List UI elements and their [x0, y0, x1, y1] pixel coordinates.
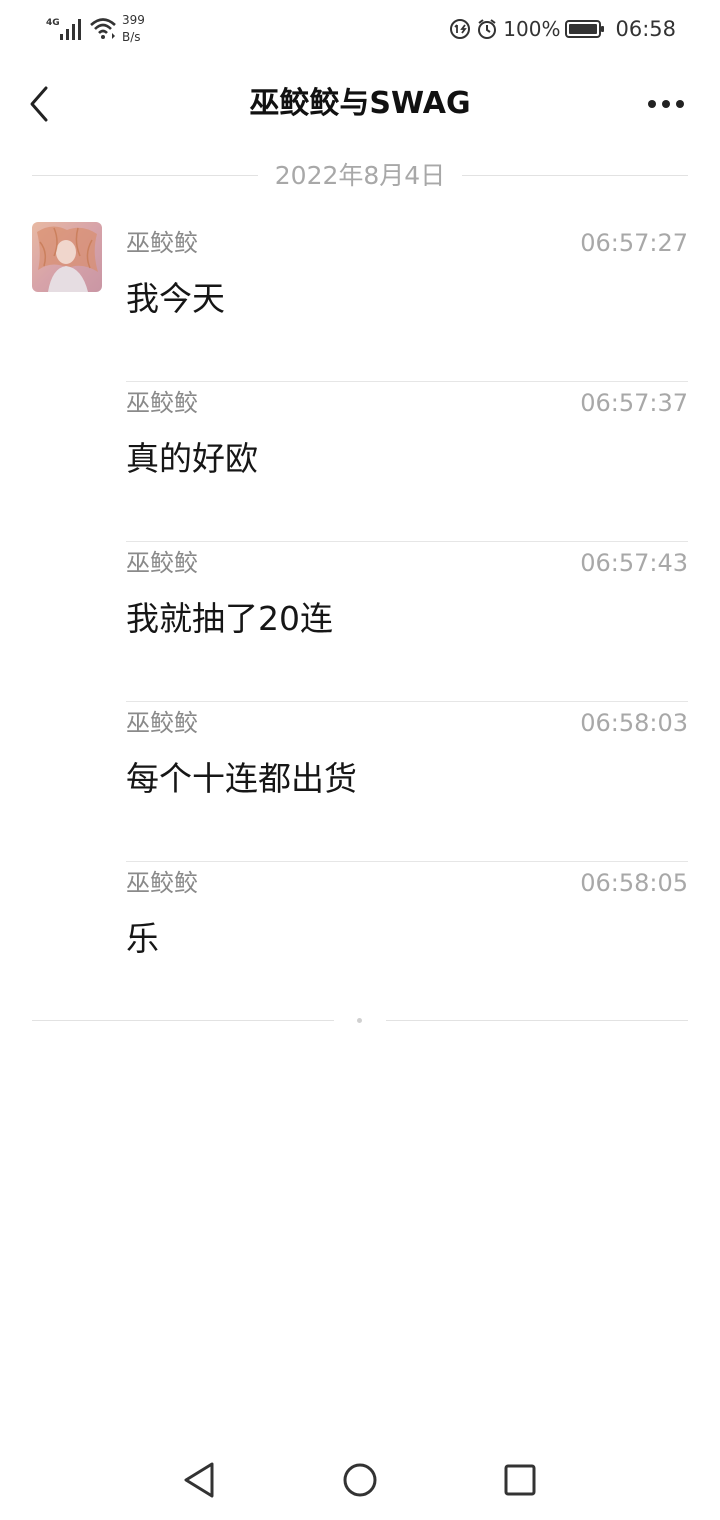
avatar-image [32, 222, 102, 292]
divider-line [386, 1020, 688, 1021]
avatar[interactable] [32, 222, 102, 292]
message-time: 06:58:03 [580, 709, 688, 737]
page-title: 巫鲛鲛与SWAG [249, 86, 471, 121]
battery-percent: 100% [503, 17, 561, 41]
message-text: 真的好欧 [126, 439, 258, 478]
date-label: 2022年8月4日 [274, 161, 446, 190]
message-item[interactable]: 巫鲛鲛 06:58:03 每个十连都出货 [126, 702, 688, 862]
message-text: 乐 [126, 919, 159, 958]
chat-history-screen: 4G 399 B/s 100% 06:58 巫鲛鲛与SWAG 2022年8月4日… [0, 0, 720, 1520]
status-right: 100% 06:58 [449, 15, 676, 43]
triangle-back-icon [184, 1462, 214, 1498]
battery-icon [565, 20, 605, 38]
system-nav-bar [0, 1440, 720, 1520]
message-text: 每个十连都出货 [126, 759, 357, 798]
nav-home-button[interactable] [338, 1458, 382, 1502]
status-time: 06:58 [615, 17, 676, 41]
message-time: 06:57:37 [580, 389, 688, 417]
message-time: 06:57:43 [580, 549, 688, 577]
sender-name: 巫鲛鲛 [126, 389, 198, 417]
date-divider: 2022年8月4日 [32, 158, 688, 194]
square-recents-icon [504, 1464, 536, 1496]
message-time: 06:58:05 [580, 869, 688, 897]
nav-back-button[interactable] [178, 1458, 222, 1502]
speed-unit: B/s [122, 30, 141, 44]
message-item[interactable]: 巫鲛鲛 06:57:37 真的好欧 [126, 382, 688, 542]
status-bar: 4G 399 B/s 100% 06:58 [0, 0, 720, 58]
sender-name: 巫鲛鲛 [126, 549, 198, 577]
sender-name: 巫鲛鲛 [126, 229, 198, 257]
divider-dot [357, 1018, 362, 1023]
signal-icon [60, 19, 81, 40]
speed-value: 399 [122, 13, 145, 27]
message-item[interactable]: 巫鲛鲛 06:58:05 乐 [126, 862, 688, 1022]
message-text: 我就抽了20连 [126, 599, 333, 638]
message-item[interactable]: 巫鲛鲛 06:57:43 我就抽了20连 [126, 542, 688, 702]
data-saver-icon [450, 19, 471, 39]
message-time: 06:57:27 [580, 229, 688, 257]
nav-recents-button[interactable] [498, 1458, 542, 1502]
alarm-icon [478, 19, 497, 39]
end-divider [32, 1012, 688, 1030]
message-item[interactable]: 巫鲛鲛 06:57:27 我今天 [126, 222, 688, 382]
message-text: 我今天 [126, 279, 225, 318]
sender-name: 巫鲛鲛 [126, 709, 198, 737]
wifi-icon [90, 18, 116, 39]
chat-header: 巫鲛鲛与SWAG [0, 70, 720, 140]
more-dots-icon [648, 100, 684, 108]
divider-line [462, 175, 688, 176]
divider-line [32, 1020, 334, 1021]
sender-name: 巫鲛鲛 [126, 869, 198, 897]
circle-home-icon [343, 1463, 377, 1497]
more-options-button[interactable] [646, 86, 686, 122]
network-speed: 399 B/s [122, 12, 145, 46]
